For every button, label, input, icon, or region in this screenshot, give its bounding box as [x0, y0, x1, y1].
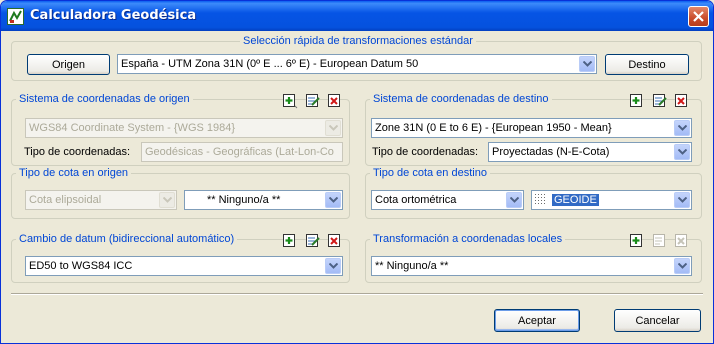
source-coord-type-value: Geodésicas - Geográficas (Lat-Lon-Co — [145, 146, 334, 158]
source-height-type-value: Cota elipsoidal — [29, 194, 102, 206]
source-height-model-value: ** Ninguno/a ** — [207, 194, 281, 206]
add-icon[interactable] — [629, 233, 645, 249]
destination-coord-type-label: Tipo de coordenadas: — [372, 146, 478, 158]
edit-icon[interactable] — [305, 93, 321, 109]
edit-icon[interactable] — [305, 233, 321, 249]
datum-change-select[interactable]: ED50 to WGS84 ICC — [25, 256, 343, 276]
quick-selection-legend: Selección rápida de transformaciones est… — [243, 35, 473, 47]
destination-system-select[interactable]: Zone 31N (0 E to 6 E) - {European 1950 -… — [371, 118, 692, 138]
dropdown-arrow-icon[interactable] — [325, 192, 341, 208]
edit-icon[interactable] — [652, 93, 668, 109]
delete-icon[interactable] — [674, 93, 690, 109]
dropdown-arrow-icon[interactable] — [579, 56, 595, 72]
destination-coord-type-select[interactable]: Proyectadas (N-E-Cota) — [488, 142, 692, 162]
add-icon[interactable] — [282, 233, 298, 249]
source-system-select[interactable]: WGS84 Coordinate System - {WGS 1984} — [25, 118, 343, 138]
source-height-model-select[interactable]: ** Ninguno/a ** — [184, 190, 343, 210]
dropdown-arrow-icon[interactable] — [506, 192, 522, 208]
destination-system-legend: Sistema de coordenadas de destino — [373, 93, 549, 105]
dropdown-arrow-icon[interactable] — [325, 120, 341, 136]
edit-icon — [652, 233, 668, 249]
destination-height-model-value: GEOIDE — [552, 194, 599, 206]
source-height-type-select[interactable]: Cota elipsoidal — [25, 190, 177, 210]
dropdown-arrow-icon[interactable] — [674, 144, 690, 160]
accept-button[interactable]: Aceptar — [494, 309, 580, 332]
title-bar[interactable]: Calculadora Geodésica — [1, 1, 713, 31]
destination-system-value: Zone 31N (0 E to 6 E) - {European 1950 -… — [375, 122, 612, 134]
destination-coord-type-value: Proyectadas (N-E-Cota) — [492, 146, 610, 158]
dropdown-arrow-icon[interactable] — [159, 192, 175, 208]
local-transform-select[interactable]: ** Ninguno/a ** — [371, 256, 692, 276]
destination-height-model-select[interactable]: GEOIDE — [531, 190, 692, 210]
dropdown-arrow-icon[interactable] — [674, 192, 690, 208]
dropdown-arrow-icon[interactable] — [674, 120, 690, 136]
quick-transform-value: España - UTM Zona 31N (0º E ... 6º E) - … — [121, 58, 419, 70]
delete-icon[interactable] — [327, 93, 343, 109]
destination-height-type-select[interactable]: Cota ortométrica — [371, 190, 524, 210]
destination-height-legend: Tipo de cota en destino — [373, 167, 487, 179]
add-icon[interactable] — [282, 93, 298, 109]
destination-button[interactable]: Destino — [605, 54, 689, 75]
delete-icon[interactable] — [327, 233, 343, 249]
local-transform-legend: Transformación a coordenadas locales — [373, 233, 563, 245]
quick-transform-select[interactable]: España - UTM Zona 31N (0º E ... 6º E) - … — [117, 54, 597, 74]
source-coord-type-select[interactable]: Geodésicas - Geográficas (Lat-Lon-Co — [141, 142, 343, 162]
close-button[interactable] — [688, 6, 709, 27]
local-transform-value: ** Ninguno/a ** — [375, 260, 449, 272]
destination-height-type-value: Cota ortométrica — [375, 194, 457, 206]
grid-icon — [535, 194, 547, 206]
delete-icon — [674, 233, 690, 249]
app-icon — [7, 8, 24, 25]
source-system-legend: Sistema de coordenadas de origen — [19, 93, 190, 105]
source-system-value: WGS84 Coordinate System - {WGS 1984} — [29, 122, 236, 134]
dropdown-arrow-icon[interactable] — [325, 258, 341, 274]
origin-button[interactable]: Origen — [27, 54, 110, 75]
cancel-button[interactable]: Cancelar — [614, 309, 701, 332]
dialog-window: Calculadora Geodésica Selección rápida d… — [0, 0, 714, 344]
close-icon — [693, 11, 704, 22]
datum-change-legend: Cambio de datum (bidireccional automátic… — [19, 233, 235, 245]
dropdown-arrow-icon[interactable] — [674, 258, 690, 274]
add-icon[interactable] — [629, 93, 645, 109]
datum-change-value: ED50 to WGS84 ICC — [29, 260, 133, 272]
source-height-legend: Tipo de cota en origen — [19, 167, 129, 179]
source-coord-type-label: Tipo de coordenadas: — [24, 146, 130, 158]
window-title: Calculadora Geodésica — [30, 8, 197, 23]
footer-separator — [11, 293, 703, 295]
